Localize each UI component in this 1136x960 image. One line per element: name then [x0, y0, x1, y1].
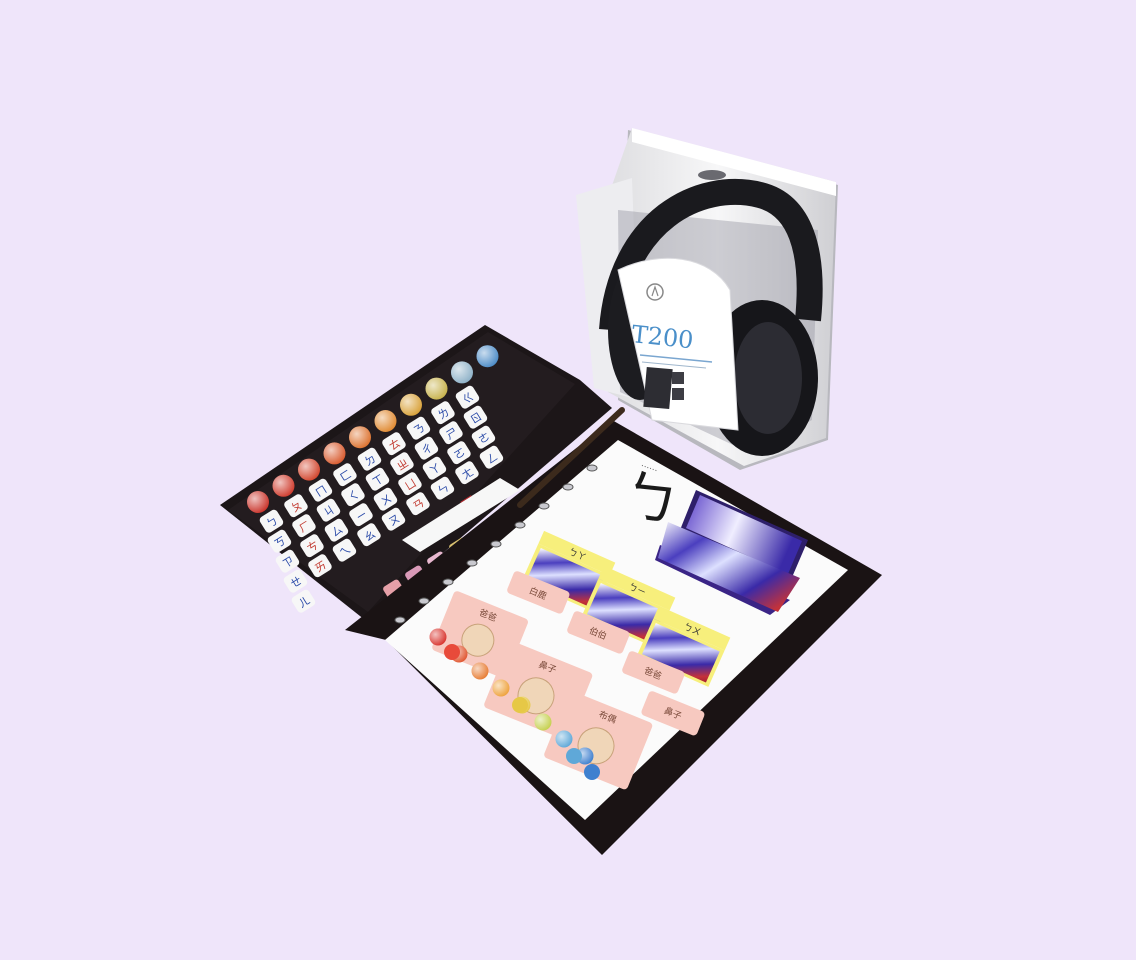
round-button-shine — [476, 345, 499, 368]
label-thumbnail — [643, 366, 673, 410]
colored-dot-shine — [471, 662, 489, 680]
round-button-shine — [425, 377, 448, 400]
round-button-shine — [349, 426, 371, 449]
ring — [466, 559, 478, 567]
colored-dot-shine — [429, 628, 447, 646]
ring — [586, 464, 598, 472]
hanger-hole — [698, 170, 726, 180]
ring — [418, 597, 430, 605]
product-photo: T200 ㄅㄆㄇㄈㄉㄊㄋㄌㄍㄎㄏㄐㄑㄒㄓㄔㄕㄖㄗㄘㄙㄧㄨㄩㄚㄛㄜㄝㄞㄟㄠㄡㄢㄣㄤ… — [220, 128, 882, 855]
ring — [442, 578, 454, 586]
colored-dot-shine — [555, 730, 573, 748]
colored-dot — [584, 764, 600, 780]
label-thumbnail — [672, 372, 684, 384]
round-button-shine — [272, 474, 295, 497]
ear-cup-inner — [734, 322, 802, 434]
colored-dot-shine — [492, 679, 510, 697]
round-button-shine — [451, 361, 473, 384]
round-button-shine — [298, 458, 320, 481]
ring — [562, 483, 574, 491]
round-button-shine — [323, 442, 346, 465]
colored-dot-shine — [534, 713, 552, 731]
round-button-shine — [247, 491, 269, 513]
round-button-shine — [374, 410, 397, 432]
ring — [514, 521, 526, 529]
ring — [394, 616, 406, 624]
colored-dot — [566, 748, 582, 764]
round-button-shine — [400, 393, 422, 416]
ring — [490, 540, 502, 548]
colored-dot — [512, 697, 528, 713]
label-thumbnail — [672, 388, 684, 400]
ring — [538, 502, 550, 510]
colored-dot — [444, 644, 460, 660]
